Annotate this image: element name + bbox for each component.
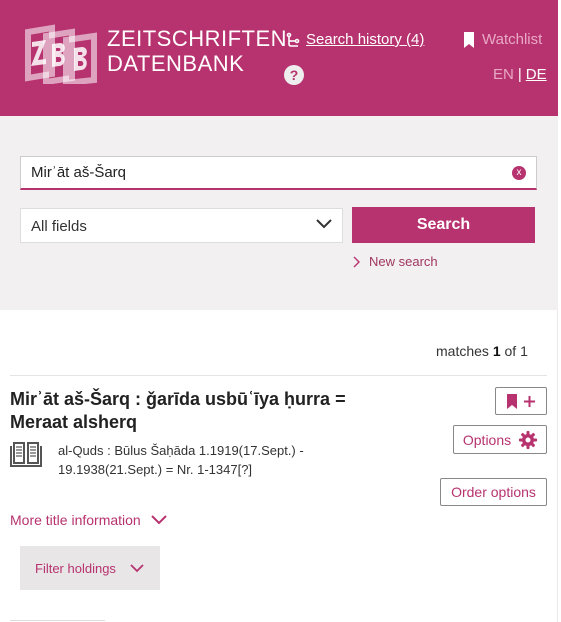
result-title[interactable]: Mirʾāt aš-Šarq : ǧarīda usbūʿīya ḥurra =… bbox=[10, 388, 390, 434]
help-icon[interactable]: ? bbox=[284, 65, 304, 85]
language-switcher: EN | DE bbox=[493, 66, 547, 83]
search-history-link[interactable]: Search history (4) bbox=[286, 31, 424, 48]
results-divider bbox=[10, 375, 547, 376]
filter-holdings-label: Filter holdings bbox=[35, 560, 116, 576]
more-title-info-toggle[interactable]: More title information bbox=[10, 512, 167, 528]
watchlist-label: Watchlist bbox=[482, 31, 543, 48]
matches-total: of 1 bbox=[504, 343, 528, 359]
options-button[interactable]: Options bbox=[453, 425, 547, 454]
lang-separator: | bbox=[517, 66, 522, 83]
history-icon bbox=[286, 32, 300, 47]
lang-de-link[interactable]: DE bbox=[526, 66, 547, 83]
search-field-value: All fields bbox=[31, 218, 87, 235]
options-label: Options bbox=[462, 431, 512, 448]
matches-current: 1 bbox=[492, 343, 501, 359]
search-history-label: Search history (4) bbox=[306, 31, 425, 48]
new-search-link[interactable]: New search bbox=[353, 254, 438, 269]
plus-icon bbox=[524, 395, 535, 407]
bookmark-icon bbox=[507, 393, 517, 409]
filter-holdings-button[interactable]: Filter holdings bbox=[20, 546, 160, 590]
search-box: x bbox=[20, 156, 537, 190]
matches-prefix: matches bbox=[436, 343, 489, 359]
chevron-down-icon bbox=[151, 515, 167, 525]
chevron-right-icon bbox=[353, 256, 360, 267]
search-field-select[interactable]: All fields bbox=[20, 208, 343, 243]
search-button[interactable]: Search bbox=[352, 207, 535, 243]
clear-search-icon[interactable]: x bbox=[512, 166, 526, 180]
chevron-down-icon bbox=[316, 219, 332, 229]
order-options-button[interactable]: Order options bbox=[440, 478, 547, 506]
chevron-down-icon bbox=[130, 563, 144, 572]
search-input[interactable] bbox=[21, 157, 491, 187]
logo-line-1: ZEITSCHRIFTEN bbox=[107, 26, 288, 51]
zdb-logo-icon[interactable] bbox=[22, 22, 100, 84]
journal-icon bbox=[10, 442, 42, 467]
gear-icon bbox=[519, 430, 538, 449]
results-count: matches 1 of 1 bbox=[436, 343, 528, 359]
logo-line-2: DATENBANK bbox=[107, 51, 245, 76]
new-search-label: New search bbox=[369, 254, 438, 269]
publication-details: al-Quds : Būlus Šaḥāda 1.1919(17.Sept.) … bbox=[58, 443, 304, 477]
bookmark-icon bbox=[464, 31, 474, 48]
holdings-divider bbox=[10, 620, 105, 621]
content-border bbox=[557, 310, 558, 622]
site-title[interactable]: ZEITSCHRIFTEN DATENBANK bbox=[107, 26, 287, 76]
lang-en-link[interactable]: EN bbox=[493, 66, 514, 83]
more-title-info-label: More title information bbox=[10, 512, 141, 528]
site-header: ZEITSCHRIFTEN DATENBANK Search history (… bbox=[0, 0, 558, 116]
add-to-watchlist-button[interactable] bbox=[495, 387, 547, 415]
watchlist-link[interactable]: Watchlist bbox=[464, 31, 542, 48]
